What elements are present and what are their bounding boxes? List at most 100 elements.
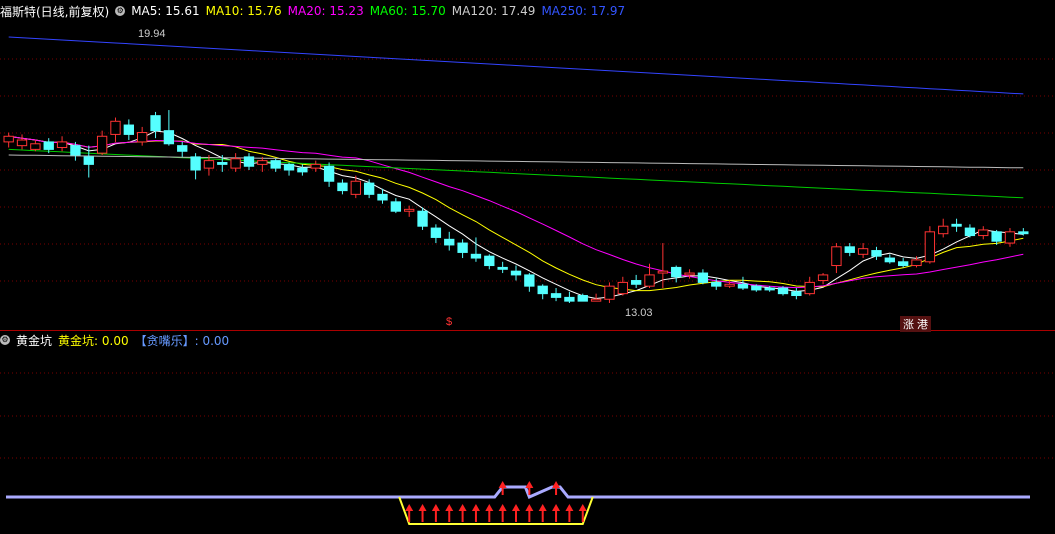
candle-body	[964, 227, 976, 237]
candle-body	[777, 287, 789, 295]
candle-body	[697, 272, 709, 283]
candle-body	[951, 223, 962, 227]
signal-arrow-head	[538, 504, 547, 511]
candle-body	[791, 291, 802, 297]
candle-body	[1018, 231, 1029, 235]
candle-body	[897, 261, 909, 267]
ma120-label: MA120: 17.49	[451, 4, 536, 18]
candle-body	[243, 156, 255, 167]
candle-body	[671, 266, 682, 278]
candle-body	[430, 227, 442, 238]
candle-body	[604, 285, 615, 300]
candle-body	[30, 143, 41, 150]
candle-body	[43, 141, 54, 150]
candle-body	[684, 272, 695, 276]
candle-body	[764, 287, 775, 291]
signal-arrow-head	[498, 504, 507, 511]
ma5-label: MA5: 15.61	[131, 4, 200, 18]
candle-body	[630, 280, 642, 285]
signal-arrow-head	[552, 504, 561, 511]
candle-body	[390, 201, 402, 212]
candle-body	[924, 231, 936, 263]
candle-body	[484, 255, 495, 267]
ma20-label: MA20: 15.23	[287, 4, 364, 18]
candle-body	[203, 160, 215, 169]
main-chart	[0, 36, 1055, 525]
candle-body	[163, 130, 175, 145]
candle-body	[377, 193, 388, 201]
bump-arrow-head	[498, 481, 507, 488]
indicator-tag: 【贪嘴乐】: 0.00	[134, 333, 230, 348]
candle-body	[550, 293, 562, 298]
candle-body	[470, 253, 482, 259]
high-label: 19.94	[138, 28, 166, 40]
sub-settings-icon[interactable]: ⚙	[0, 335, 10, 345]
candle-body	[297, 167, 308, 173]
candle-body	[911, 259, 922, 267]
ma10-label: MA10: 15.76	[205, 4, 282, 18]
candle-body	[217, 162, 228, 165]
ma250-line	[8, 36, 1024, 95]
dollar-marker: $	[446, 316, 453, 328]
candle-body	[337, 182, 348, 192]
candle-body	[1004, 231, 1016, 244]
signal-arrow-head	[418, 504, 427, 511]
candle-body	[938, 225, 949, 235]
signal-arrow-head	[405, 504, 414, 511]
candle-body	[857, 248, 869, 255]
sub-header: ⚙ 黄金坑 黄金坑: 0.00 【贪嘴乐】: 0.00	[0, 331, 235, 349]
candle-body	[577, 295, 588, 302]
candle-body	[177, 145, 188, 152]
candle-body	[497, 266, 508, 270]
pit-outline	[398, 496, 594, 525]
candle-body	[123, 124, 135, 135]
candle-body	[323, 165, 335, 182]
signal-arrow-head	[431, 504, 440, 511]
candle-body	[657, 270, 669, 274]
candle-body	[590, 298, 602, 302]
candle-body	[510, 270, 522, 276]
event-tags: 涨 港	[900, 316, 932, 332]
candle-body	[884, 257, 895, 263]
candle-body	[257, 160, 268, 165]
candle-body	[110, 120, 121, 135]
candle-body	[817, 274, 829, 282]
candle-body	[363, 182, 375, 195]
ma120-line	[8, 154, 1024, 169]
signal-arrow-head	[565, 504, 574, 511]
candle-body	[617, 281, 628, 295]
signal-arrow-head	[445, 504, 454, 511]
indicator-value: 黄金坑: 0.00	[58, 333, 129, 348]
candle-body	[190, 156, 201, 171]
candle-body	[230, 158, 241, 169]
signal-arrow-head	[578, 504, 587, 511]
candle-body	[991, 231, 1002, 242]
signal-arrow-head	[471, 504, 480, 511]
candle-body	[711, 281, 722, 287]
signal-arrow-head	[512, 504, 520, 511]
candle-body	[831, 246, 842, 267]
candle-body	[537, 285, 548, 295]
signal-arrow-head	[458, 504, 467, 511]
settings-icon[interactable]: ⚙	[115, 6, 126, 16]
candle-body	[16, 139, 28, 147]
candle-body	[137, 132, 148, 143]
candle-body	[56, 141, 68, 149]
candle-body	[978, 229, 989, 237]
candle-body	[310, 163, 321, 169]
ma60-label: MA60: 15.70	[369, 4, 446, 18]
ma250-label: MA250: 17.97	[541, 4, 626, 18]
main-header: 福斯特(日线,前复权) ⚙ MA5: 15.61 MA10: 15.76 MA2…	[0, 2, 631, 20]
candle-body	[150, 115, 161, 132]
candle-body	[417, 210, 428, 227]
candle-body	[96, 135, 108, 154]
candle-body	[724, 283, 735, 287]
bump-arrow-head	[525, 481, 534, 488]
candle-body	[524, 274, 535, 287]
candle-body	[737, 283, 749, 289]
stock-title: 福斯特(日线,前复权)	[0, 4, 110, 19]
candle-body	[83, 156, 94, 165]
indicator-line	[6, 485, 1030, 499]
chart-root: 福斯特(日线,前复权) ⚙ MA5: 15.61 MA10: 15.76 MA2…	[0, 0, 1055, 534]
candle-body	[444, 238, 455, 246]
